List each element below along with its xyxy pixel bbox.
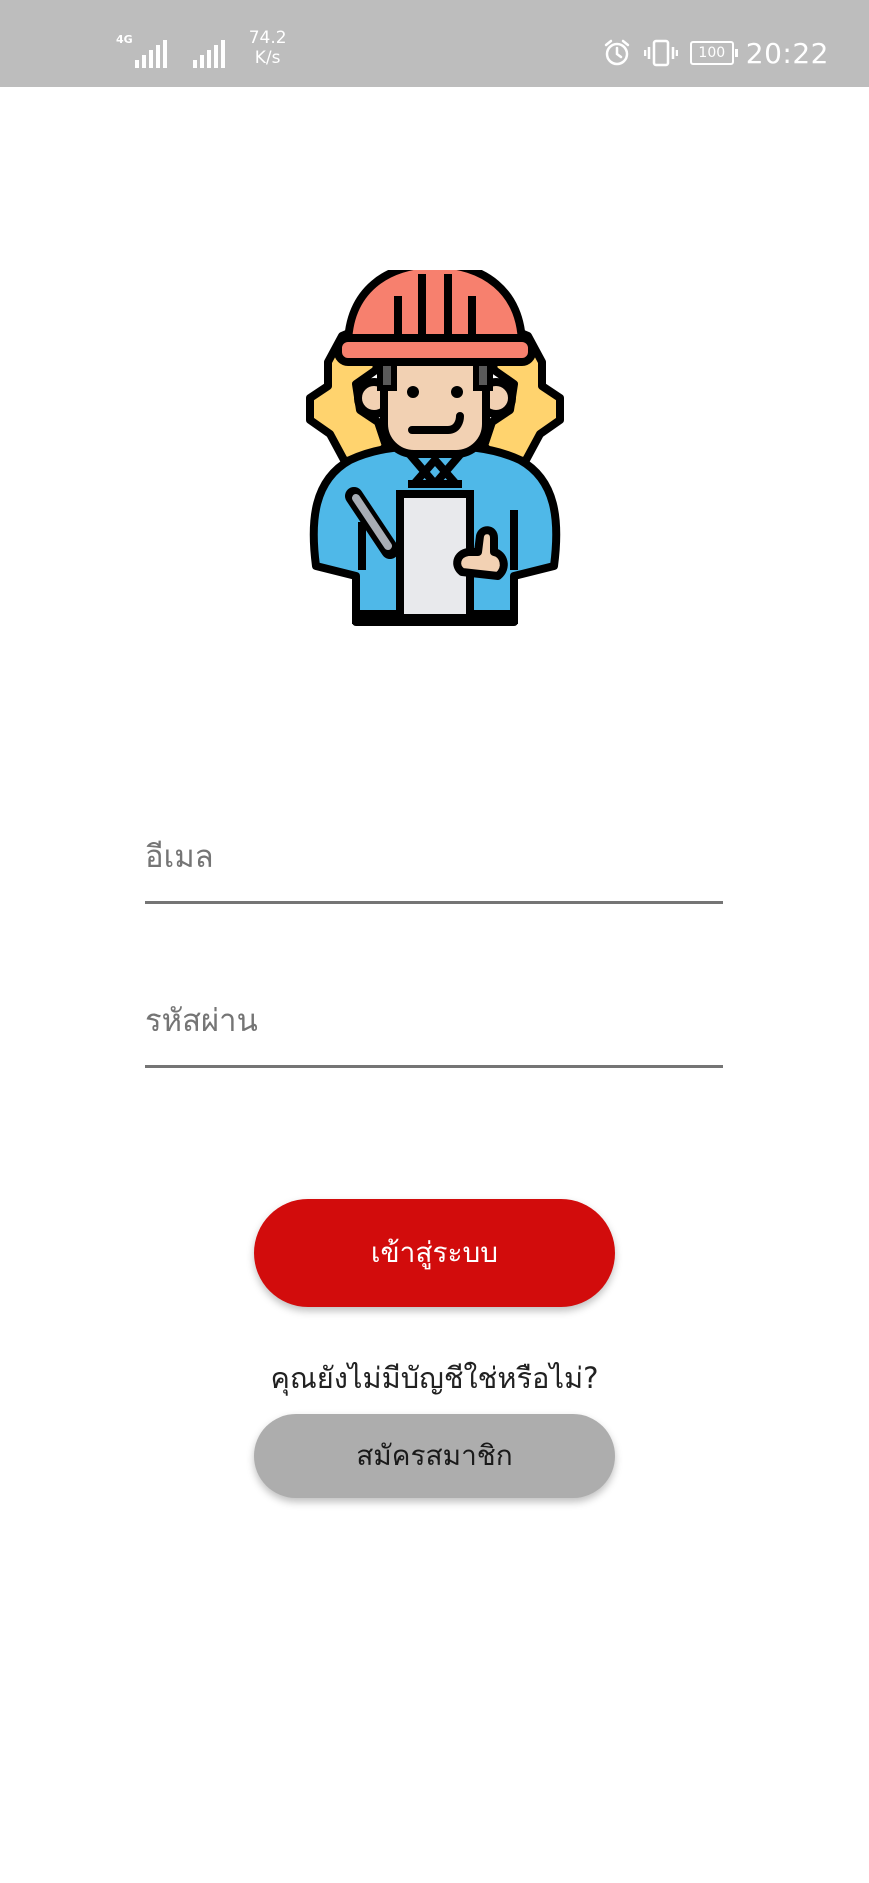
net-speed-value: 74.2 [248,28,287,48]
net-speed: 74.2 K/s [249,28,287,68]
email-field[interactable] [145,801,723,904]
status-bar: 4G 74.2 K/s 100 20:22 [0,0,869,87]
clock: 20:22 [745,36,829,70]
register-button[interactable]: สมัครสมาชิก [254,1414,615,1498]
signal-icon [134,38,167,68]
net-speed-unit: K/s [254,48,281,68]
network-type-label: 4G [116,33,133,46]
no-account-text: คุณยังไม่มีบัญชีใช่หรือไม่? [270,1361,599,1395]
status-left: 4G 74.2 K/s [116,28,287,68]
password-field[interactable] [145,965,723,1068]
engineer-icon [306,270,564,626]
password-input[interactable] [145,1003,723,1039]
signal-icon [192,38,225,68]
vibrate-icon [643,39,678,67]
email-input[interactable] [145,839,723,875]
login-button-label: เข้าสู่ระบบ [370,1236,499,1269]
alarm-icon [604,39,630,66]
battery-icon: 100 [689,41,738,65]
register-button-label: สมัครสมาชิก [356,1439,513,1472]
status-right: 100 20:22 [602,34,829,72]
helmet [334,270,536,366]
login-button[interactable]: เข้าสู่ระบบ [254,1199,615,1307]
